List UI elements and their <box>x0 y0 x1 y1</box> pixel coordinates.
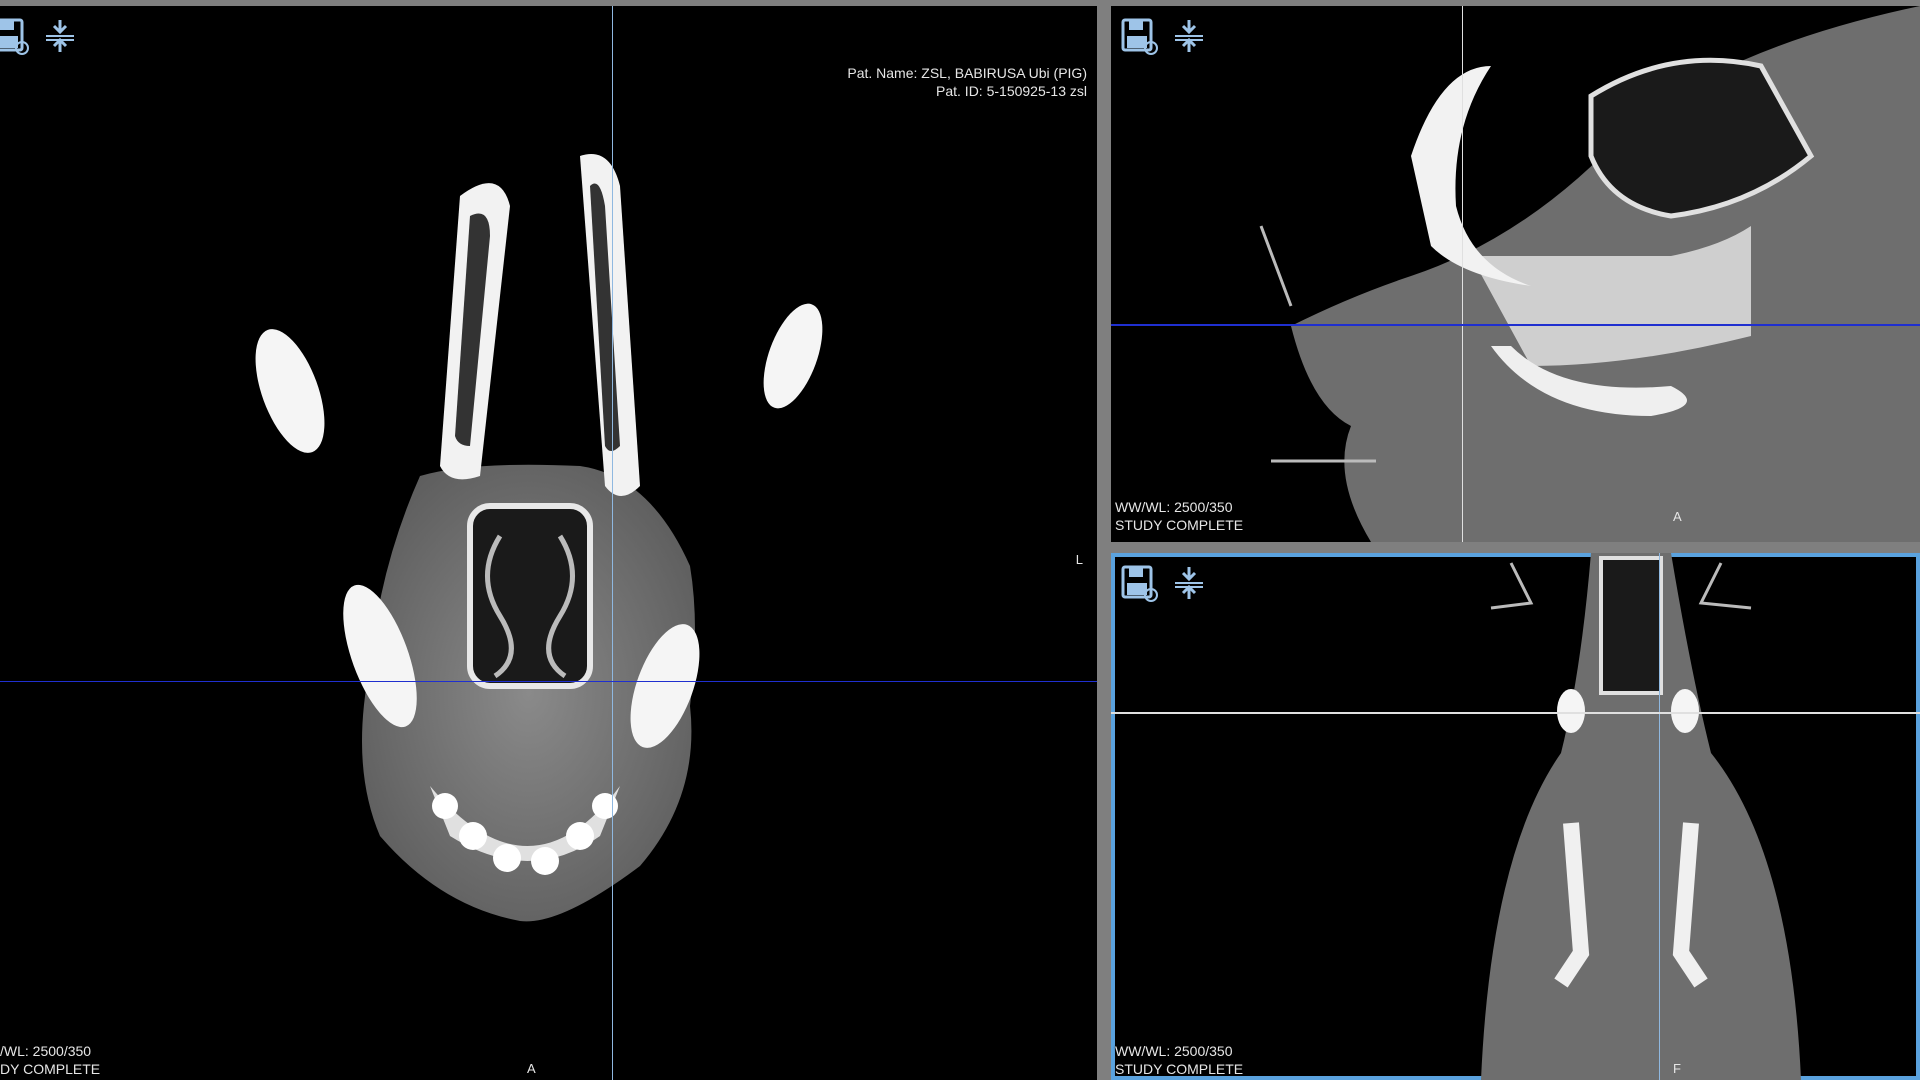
sagittal-scan-image <box>1259 6 1920 542</box>
save-icon[interactable] <box>1119 16 1159 56</box>
coronal-viewport[interactable]: F WW/WL: 2500/350 STUDY COMPLETE <box>1111 553 1920 1080</box>
save-icon[interactable] <box>0 16 30 56</box>
sagittal-crosshair-vertical[interactable] <box>1462 6 1463 542</box>
sync-slices-icon[interactable] <box>1169 563 1209 603</box>
coronal-orient-bottom: F <box>1673 1061 1681 1076</box>
axial-viewport[interactable]: Pat. Name: ZSL, BABIRUSA Ubi (PIG) Pat. … <box>0 6 1097 1080</box>
axial-orient-bottom: A <box>527 1061 536 1076</box>
coronal-crosshair-horizontal[interactable] <box>1111 712 1920 714</box>
axial-crosshair-horizontal[interactable] <box>0 681 1097 682</box>
patient-name: Pat. Name: ZSL, BABIRUSA Ubi (PIG) <box>847 65 1087 81</box>
axial-scan-image <box>255 154 823 922</box>
sagittal-window-info: WW/WL: 2500/350 STUDY COMPLETE <box>1115 498 1243 534</box>
coronal-scan-image <box>1481 553 1801 1080</box>
coronal-status: STUDY COMPLETE <box>1115 1061 1244 1077</box>
coronal-toolbar <box>1119 563 1209 603</box>
save-icon[interactable] <box>1119 563 1159 603</box>
sync-slices-icon[interactable] <box>40 16 80 56</box>
axial-wwwl: /WL: 2500/350 <box>0 1043 92 1059</box>
sagittal-toolbar <box>1119 16 1209 56</box>
coronal-window-info: WW/WL: 2500/350 STUDY COMPLETE <box>1115 1042 1243 1078</box>
sagittal-viewport[interactable]: A WW/WL: 2500/350 STUDY COMPLETE <box>1111 6 1920 542</box>
axial-toolbar <box>0 16 80 56</box>
axial-orient-right: L <box>1075 552 1083 567</box>
coronal-wwwl: WW/WL: 2500/350 <box>1115 1043 1233 1059</box>
sagittal-orient-bottom: A <box>1673 509 1682 524</box>
axial-crosshair-vertical[interactable] <box>612 6 613 1080</box>
axial-window-info: /WL: 2500/350 DY COMPLETE <box>0 1042 100 1078</box>
sync-slices-icon[interactable] <box>1169 16 1209 56</box>
coronal-crosshair-vertical[interactable] <box>1659 553 1660 1080</box>
sagittal-crosshair-horizontal[interactable] <box>1111 324 1920 326</box>
sagittal-status: STUDY COMPLETE <box>1115 517 1244 533</box>
patient-id: Pat. ID: 5-150925-13 zsl <box>936 83 1087 99</box>
sagittal-wwwl: WW/WL: 2500/350 <box>1115 499 1233 515</box>
patient-info: Pat. Name: ZSL, BABIRUSA Ubi (PIG) Pat. … <box>847 64 1087 100</box>
axial-status: DY COMPLETE <box>0 1061 101 1077</box>
